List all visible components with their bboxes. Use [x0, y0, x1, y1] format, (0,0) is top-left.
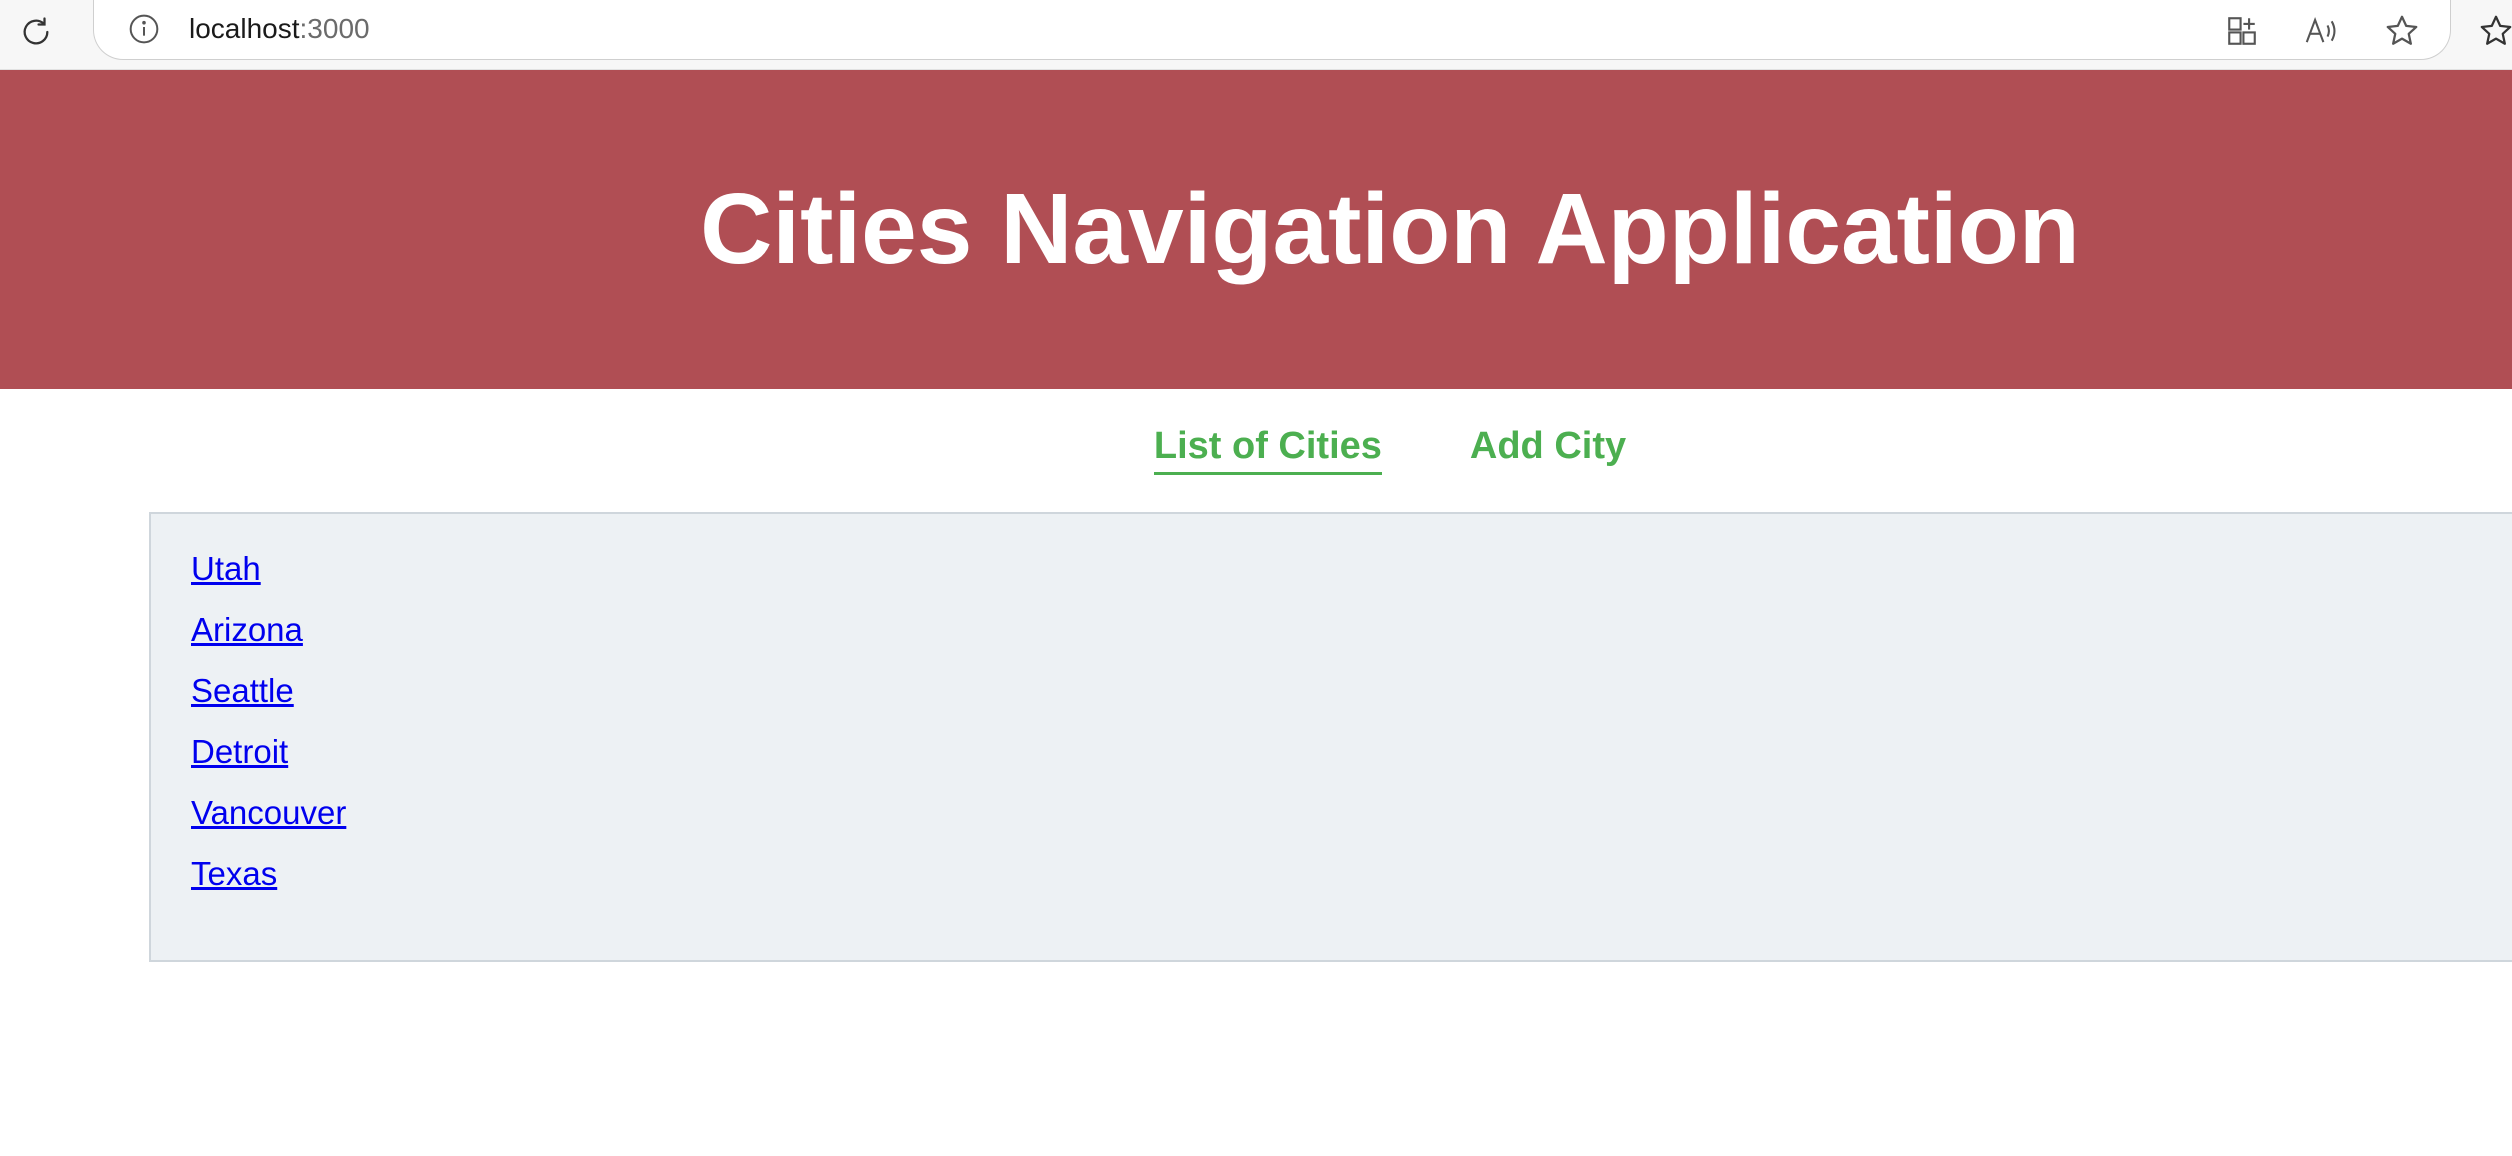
list-item: Seattle — [191, 672, 2512, 733]
header-banner: Cities Navigation Application — [0, 70, 2512, 389]
page-title: Cities Navigation Application — [700, 173, 2080, 285]
info-icon[interactable] — [126, 11, 162, 47]
url-port: :3000 — [299, 13, 370, 44]
city-list: Utah Arizona Seattle Detroit Vancouver T… — [151, 514, 2512, 916]
city-link-seattle[interactable]: Seattle — [191, 672, 294, 709]
city-link-vancouver[interactable]: Vancouver — [191, 794, 346, 831]
browser-toolbar: localhost:3000 — [0, 0, 2512, 70]
city-link-utah[interactable]: Utah — [191, 550, 261, 587]
city-link-texas[interactable]: Texas — [191, 855, 277, 892]
main-nav: List of Cities Add City — [0, 420, 2512, 475]
nav-link-add-city[interactable]: Add City — [1470, 420, 1626, 475]
list-item: Utah — [191, 550, 2512, 611]
favorite-star-icon[interactable] — [2382, 11, 2422, 51]
url-host: localhost — [189, 13, 300, 44]
list-item: Arizona — [191, 611, 2512, 672]
list-item: Vancouver — [191, 794, 2512, 855]
read-aloud-icon[interactable] — [2302, 11, 2342, 51]
nav-link-list-of-cities[interactable]: List of Cities — [1153, 420, 1382, 475]
reload-icon[interactable] — [14, 10, 58, 54]
url-text[interactable]: localhost:3000 — [189, 14, 370, 44]
city-link-detroit[interactable]: Detroit — [191, 733, 288, 770]
list-item: Detroit — [191, 733, 2512, 794]
list-item: Texas — [191, 855, 2512, 916]
cities-panel: Utah Arizona Seattle Detroit Vancouver T… — [149, 512, 2512, 962]
address-bar[interactable]: localhost:3000 — [93, 0, 2451, 60]
split-screen-icon[interactable] — [2222, 11, 2262, 51]
city-link-arizona[interactable]: Arizona — [191, 611, 303, 648]
favorites-icon[interactable] — [2476, 11, 2512, 51]
